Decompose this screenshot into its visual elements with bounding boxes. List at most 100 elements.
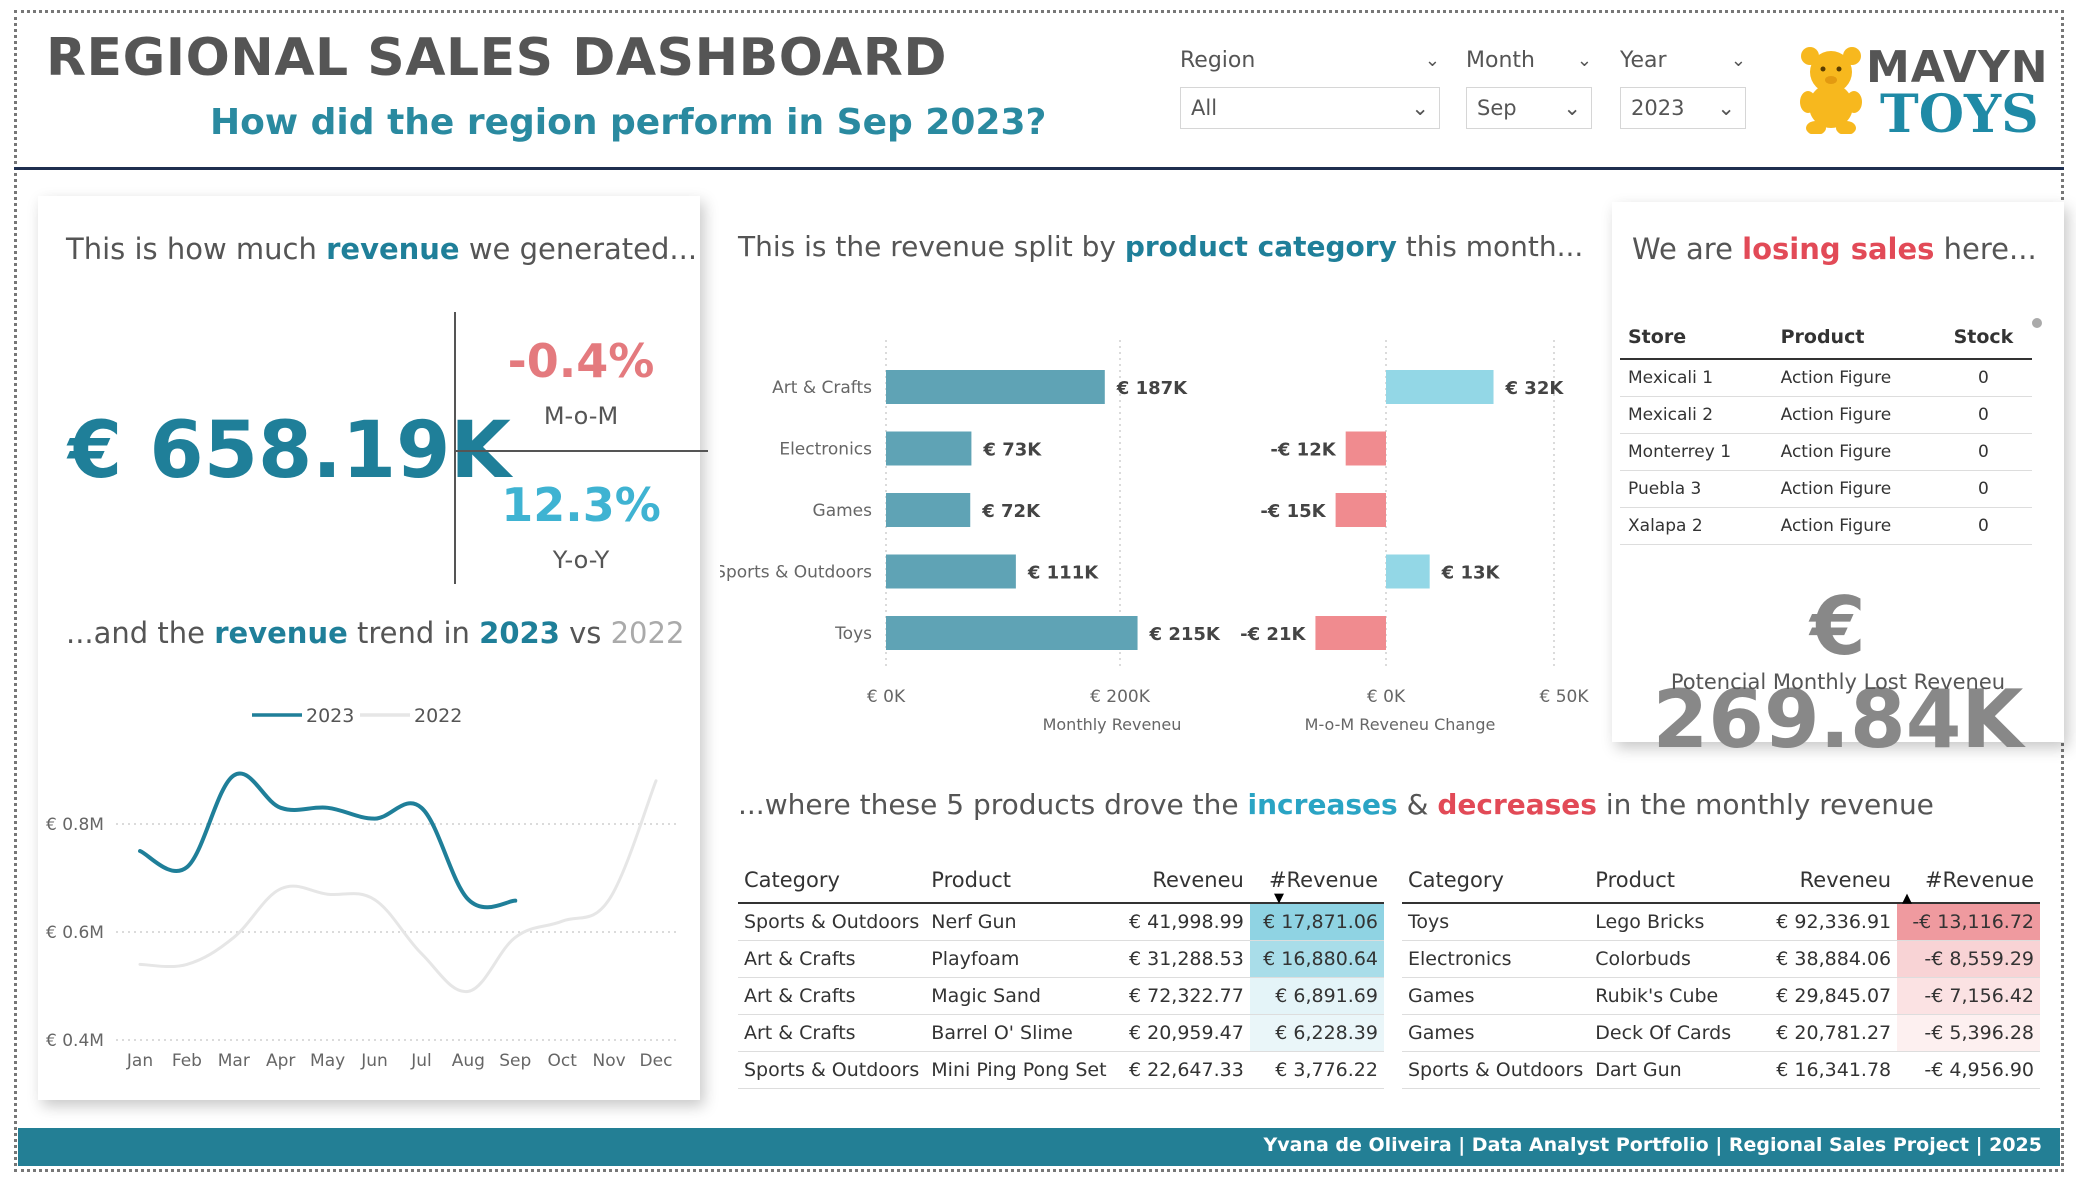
column-header[interactable]: Stock xyxy=(1934,316,2032,360)
column-header[interactable]: Product xyxy=(1772,316,1935,360)
region-select[interactable]: All ⌄ xyxy=(1180,87,1440,129)
title-text: This is the revenue split by xyxy=(738,230,1125,263)
table-row[interactable]: Art & Crafts Barrel O' Slime € 20,959.47 € … xyxy=(738,1014,1384,1052)
x-tick-label: Feb xyxy=(172,1051,202,1071)
product-cell: Action Figure xyxy=(1772,470,1935,508)
table-row[interactable]: Games Deck Of Cards € 20,781.27 -€ 5,396.28 xyxy=(1402,1014,2040,1052)
month-slicer[interactable]: Month ⌄ Sep ⌄ xyxy=(1466,48,1592,129)
column-header[interactable]: Reveneu xyxy=(1122,860,1250,904)
table-row[interactable]: Monterrey 1 Action Figure 0 xyxy=(1620,433,2032,471)
x-tick-label: Sep xyxy=(499,1051,531,1071)
product-cell: Action Figure xyxy=(1772,507,1935,545)
title-text: ...and the xyxy=(66,616,215,650)
product-cell: Action Figure xyxy=(1772,359,1935,397)
column-header[interactable]: Category xyxy=(1402,860,1590,904)
sort-ascending-icon[interactable]: ▲ xyxy=(1902,891,1912,906)
chevron-down-icon: ⌄ xyxy=(1717,96,1735,120)
category-cell: Art & Crafts xyxy=(738,940,926,978)
product-cell: Rubik's Cube xyxy=(1589,977,1763,1015)
category-cell: Sports & Outdoors xyxy=(1402,1051,1590,1089)
revenue-bar xyxy=(886,554,1016,589)
data-label: € 72K xyxy=(981,501,1041,522)
product-cell: Deck Of Cards xyxy=(1589,1014,1763,1052)
year-slicer[interactable]: Year ⌄ 2023 ⌄ xyxy=(1620,48,1746,129)
column-header-sorted[interactable]: #Revenue ▲ xyxy=(1897,860,2040,906)
table-row[interactable]: Sports & Outdoors Mini Ping Pong Set € 22,… xyxy=(738,1051,1384,1089)
category-label: Toys xyxy=(834,624,872,644)
table-row[interactable]: Games Rubik's Cube € 29,845.07 -€ 7,156.42 xyxy=(1402,977,2040,1015)
column-header[interactable]: Product xyxy=(925,860,1123,904)
title-text: vs xyxy=(559,616,611,650)
table-row[interactable]: Toys Lego Bricks € 92,336.91 -€ 13,116.72 xyxy=(1402,903,2040,941)
revenue-change-cell: € 6,891.69 xyxy=(1249,977,1384,1015)
table-row[interactable]: Electronics Colorbuds € 38,884.06 -€ 8,559.… xyxy=(1402,940,2040,978)
x-tick-label: Jul xyxy=(410,1051,432,1071)
table-row[interactable]: Mexicali 1 Action Figure 0 xyxy=(1620,359,2032,397)
column-header-sorted[interactable]: #Revenue ▼ xyxy=(1249,860,1384,906)
table-row[interactable]: Art & Crafts Magic Sand € 72,322.77 € 6,891… xyxy=(738,977,1384,1015)
category-label: Electronics xyxy=(779,440,872,460)
table-row[interactable]: Art & Crafts Playfoam € 31,288.53 € 16,880.… xyxy=(738,940,1384,978)
trend-title: ...and the revenue trend in 2023 vs 2022 xyxy=(66,616,684,650)
legend-label: 2022 xyxy=(414,705,462,727)
chevron-down-icon[interactable]: ⌄ xyxy=(1425,50,1440,71)
lost-revenue-label: Potencial Monthly Lost Reveneu xyxy=(1670,670,2006,694)
chevron-down-icon[interactable]: ⌄ xyxy=(1731,50,1746,71)
column-header-label: #Revenue xyxy=(1268,868,1378,892)
column-header[interactable]: Product xyxy=(1589,860,1763,904)
table-row[interactable]: Xalapa 2 Action Figure 0 xyxy=(1620,507,2032,545)
product-cell: Colorbuds xyxy=(1589,940,1763,978)
title-text: We are xyxy=(1632,232,1743,266)
revenue-cell: € 72,322.77 xyxy=(1122,977,1250,1015)
total-revenue-value: € 658.19K xyxy=(68,406,511,496)
title-decreases: decreases xyxy=(1437,788,1597,821)
change-bar xyxy=(1335,493,1386,527)
y-tick-label: € 0.6M xyxy=(46,923,104,943)
category-section-title: This is the revenue split by product cat… xyxy=(738,230,1583,263)
yoy-change-value: 12.3% xyxy=(501,478,661,532)
product-cell: Action Figure xyxy=(1772,433,1935,471)
title-increases: increases xyxy=(1247,788,1398,821)
store-cell: Mexicali 2 xyxy=(1620,396,1773,434)
table-row[interactable]: Mexicali 2 Action Figure 0 xyxy=(1620,396,2032,434)
title-highlight: product category xyxy=(1124,230,1397,263)
column-header[interactable]: Reveneu xyxy=(1762,860,1898,904)
revenue-change-cell: € 6,228.39 xyxy=(1249,1014,1384,1052)
chevron-down-icon[interactable]: ⌄ xyxy=(1577,50,1592,71)
table-row[interactable]: Puebla 3 Action Figure 0 xyxy=(1620,470,2032,508)
x-tick-label: Aug xyxy=(452,1051,485,1071)
revenue-change-cell: -€ 4,956.90 xyxy=(1897,1051,2040,1089)
scrollbar-thumb[interactable] xyxy=(2032,318,2042,328)
legend-label: 2023 xyxy=(306,705,354,727)
year-slicer-label: Year xyxy=(1620,48,1667,73)
revenue-change-cell: € 17,871.06 xyxy=(1249,903,1384,941)
change-bar xyxy=(1386,370,1494,404)
data-label: -€ 12K xyxy=(1270,440,1336,461)
table-row[interactable]: Sports & Outdoors Dart Gun € 16,341.78 -€ 4… xyxy=(1402,1051,2040,1089)
change-bar xyxy=(1345,431,1386,466)
title-year-2023: 2023 xyxy=(479,616,560,650)
category-label: Art & Crafts xyxy=(772,378,872,398)
region-slicer[interactable]: Region ⌄ All ⌄ xyxy=(1180,48,1440,129)
product-cell: Dart Gun xyxy=(1589,1051,1763,1089)
title-text: here... xyxy=(1934,232,2037,266)
table-row[interactable]: Sports & Outdoors Nerf Gun € 41,998.99 € 17… xyxy=(738,903,1384,941)
revenue-change-cell: € 3,776.22 xyxy=(1249,1051,1384,1089)
x-tick-label: Apr xyxy=(266,1051,295,1071)
store-cell: Mexicali 1 xyxy=(1620,359,1773,397)
revenue-bar xyxy=(886,493,971,527)
month-select[interactable]: Sep ⌄ xyxy=(1466,87,1592,129)
title-highlight: losing sales xyxy=(1742,232,1935,266)
revenue-cell: € 22,647.33 xyxy=(1122,1051,1250,1089)
sort-descending-icon[interactable]: ▼ xyxy=(1274,891,1284,906)
year-select[interactable]: 2023 ⌄ xyxy=(1620,87,1746,129)
column-header[interactable]: Store xyxy=(1620,316,1773,360)
column-header[interactable]: Category xyxy=(738,860,926,904)
x-tick-label: May xyxy=(310,1051,345,1071)
title-text: This is how much xyxy=(66,232,327,266)
mom-change-label: M-o-M xyxy=(543,402,619,430)
title-text: & xyxy=(1397,788,1438,821)
kpi-divider-horizontal xyxy=(456,450,708,452)
x-tick-label: Jan xyxy=(126,1051,153,1071)
title-highlight: revenue xyxy=(326,232,460,266)
